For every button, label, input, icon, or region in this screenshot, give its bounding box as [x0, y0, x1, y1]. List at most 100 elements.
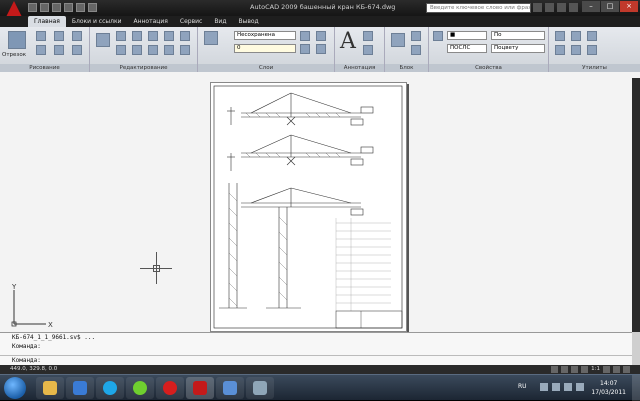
maximize-button[interactable]: □	[601, 1, 619, 12]
insert-block-icon[interactable]	[391, 33, 405, 47]
measure-icon[interactable]	[555, 31, 565, 41]
taskbar-explorer[interactable]	[36, 377, 64, 399]
language-indicator[interactable]: RU	[518, 383, 527, 390]
explode-icon[interactable]	[132, 45, 142, 55]
panel-properties: ■ По ПОСЛС Поцвету Свойства	[429, 27, 549, 72]
tab-output[interactable]: Вывод	[232, 16, 264, 27]
edit-block-icon[interactable]	[411, 45, 421, 55]
zoom-icon[interactable]	[571, 45, 581, 55]
hatch-icon[interactable]	[72, 31, 82, 41]
mirror-icon[interactable]	[180, 31, 190, 41]
favorites-icon[interactable]	[557, 3, 566, 12]
ellipse-icon[interactable]	[54, 45, 64, 55]
search-input[interactable]: Введите ключевое слово или фразу	[426, 3, 531, 13]
arc-icon[interactable]	[54, 31, 64, 41]
help-icon[interactable]	[569, 3, 578, 12]
layer-state-select[interactable]: Несохранена	[234, 31, 296, 40]
dimension-icon[interactable]	[363, 31, 373, 41]
trim-icon[interactable]	[132, 31, 142, 41]
workspace-icon[interactable]	[603, 366, 610, 373]
lock-icon[interactable]	[613, 366, 620, 373]
pan-icon[interactable]	[587, 45, 597, 55]
current-layer-select[interactable]: 0	[234, 44, 296, 53]
tab-annotate[interactable]: Аннотация	[127, 16, 173, 27]
layout-icon[interactable]	[561, 366, 569, 373]
volume-icon[interactable]	[564, 383, 572, 391]
layer-properties-icon[interactable]	[204, 31, 218, 45]
close-button[interactable]: ×	[620, 1, 638, 12]
lineweight-select[interactable]: По	[491, 31, 545, 40]
scale-icon[interactable]	[164, 45, 174, 55]
quick-access-toolbar	[28, 3, 97, 13]
clock[interactable]: 14:07 17/03/2011	[591, 379, 626, 397]
command-scrollbar[interactable]	[632, 332, 640, 365]
tab-home[interactable]: Главная	[28, 16, 66, 27]
zoom-status-icon[interactable]	[581, 366, 589, 373]
layer-state-icon[interactable]	[300, 31, 310, 41]
ucs-x-label: X	[48, 321, 53, 329]
layer-tools-icon[interactable]	[316, 31, 326, 41]
panel-annotation-label: Аннотация	[335, 64, 384, 72]
power-icon[interactable]	[576, 383, 584, 391]
polyline-icon[interactable]	[36, 31, 46, 41]
command-window[interactable]: КБ-674_1_1_9661.sv$ ... Команда: Команда…	[0, 332, 632, 365]
fillet-icon[interactable]	[116, 45, 126, 55]
tab-tools[interactable]: Сервис	[174, 16, 208, 27]
model-space-icon[interactable]	[551, 366, 559, 373]
coordinates-readout[interactable]: 449.0, 329.8, 0.0	[10, 366, 57, 372]
quick-select-icon[interactable]	[571, 31, 581, 41]
taskbar-media-player[interactable]	[66, 377, 94, 399]
linetype-select[interactable]: ПОСЛС	[447, 44, 487, 53]
show-desktop-button[interactable]	[632, 375, 640, 401]
vertical-scrollbar[interactable]	[632, 78, 640, 332]
minimize-button[interactable]: –	[582, 1, 600, 12]
undo-icon[interactable]	[76, 3, 85, 12]
drawing-sheet[interactable]	[210, 82, 407, 332]
taskbar-app[interactable]	[246, 377, 274, 399]
search-icon[interactable]	[533, 3, 542, 12]
taskbar-skype[interactable]	[96, 377, 124, 399]
plotstyle-select[interactable]: Поцвету	[491, 44, 545, 53]
panel-draw: Отрезок Рисование	[0, 27, 90, 72]
array-icon[interactable]	[180, 45, 190, 55]
communication-center-icon[interactable]	[545, 3, 554, 12]
new-icon[interactable]	[28, 3, 37, 12]
taskbar-autocad[interactable]	[186, 377, 214, 399]
move-icon[interactable]	[96, 33, 110, 47]
calculator-icon[interactable]	[555, 45, 565, 55]
layer-off-icon[interactable]	[300, 44, 310, 54]
annotation-scale[interactable]: 1:1	[591, 366, 600, 373]
layer-freeze-icon[interactable]	[316, 44, 326, 54]
pan-status-icon[interactable]	[571, 366, 579, 373]
id-point-icon[interactable]	[587, 31, 597, 41]
redo-icon[interactable]	[88, 3, 97, 12]
tab-view[interactable]: Вид	[208, 16, 232, 27]
network-icon[interactable]	[552, 383, 560, 391]
rotate-icon[interactable]	[116, 31, 126, 41]
rectangle-icon[interactable]	[72, 45, 82, 55]
start-button[interactable]	[4, 377, 26, 399]
panel-modify: Редактирование	[90, 27, 198, 72]
taskbar-icq[interactable]	[126, 377, 154, 399]
line-tool-icon[interactable]	[8, 31, 26, 49]
leader-icon[interactable]	[363, 45, 373, 55]
taskbar-virtualbox[interactable]	[216, 377, 244, 399]
plot-icon[interactable]	[64, 3, 73, 12]
panel-block: Блок	[385, 27, 429, 72]
command-input[interactable]: Команда:	[0, 355, 632, 364]
multiline-text-icon[interactable]: A	[340, 29, 356, 54]
tab-blocks[interactable]: Блоки и ссылки	[66, 16, 128, 27]
panel-modify-label: Редактирование	[90, 64, 197, 72]
taskbar-opera[interactable]	[156, 377, 184, 399]
color-select[interactable]: ■	[447, 31, 487, 40]
create-block-icon[interactable]	[411, 31, 421, 41]
stretch-icon[interactable]	[148, 45, 158, 55]
match-properties-icon[interactable]	[433, 31, 443, 41]
save-icon[interactable]	[52, 3, 61, 12]
clean-screen-icon[interactable]	[623, 366, 630, 373]
erase-icon[interactable]	[148, 31, 158, 41]
copy-icon[interactable]	[164, 31, 174, 41]
open-icon[interactable]	[40, 3, 49, 12]
tray-arrow-icon[interactable]	[540, 383, 548, 391]
circle-icon[interactable]	[36, 45, 46, 55]
